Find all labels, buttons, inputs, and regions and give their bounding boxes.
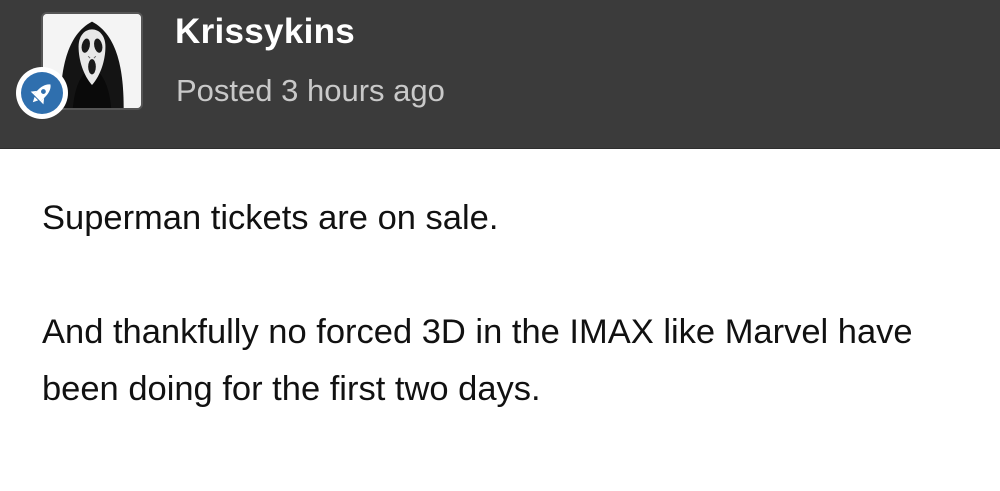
- post-timestamp: Posted 3 hours ago: [176, 73, 445, 108]
- post-paragraph: And thankfully no forced 3D in the IMAX …: [42, 313, 913, 408]
- rank-badge-circle: [21, 72, 63, 114]
- post-body: Superman tickets are on sale. And thankf…: [42, 190, 972, 418]
- forum-post: Krissykins Posted 3 hours ago Superman t…: [0, 0, 1000, 491]
- rank-badge: [16, 67, 68, 119]
- rocket-icon: [30, 84, 51, 105]
- post-paragraph: Superman tickets are on sale.: [42, 199, 499, 237]
- author-name[interactable]: Krissykins: [175, 12, 355, 52]
- post-header: Krissykins Posted 3 hours ago: [0, 0, 1000, 149]
